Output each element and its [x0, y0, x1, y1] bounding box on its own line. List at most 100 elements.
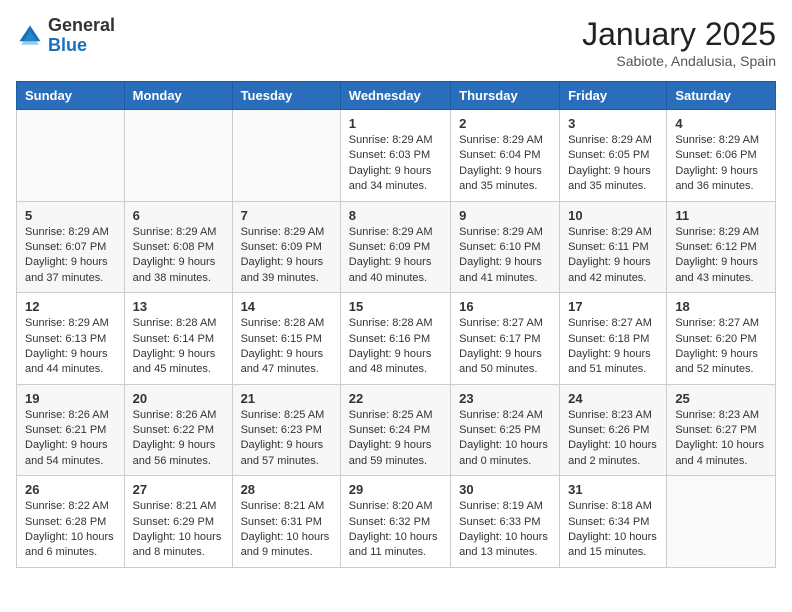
cell-content: Sunrise: 8:20 AM Sunset: 6:32 PM Dayligh… [349, 499, 442, 561]
day-number: 30 [459, 482, 551, 497]
calendar-cell: 9Sunrise: 8:29 AM Sunset: 6:10 PM Daylig… [451, 201, 560, 293]
calendar-cell: 21Sunrise: 8:25 AM Sunset: 6:23 PM Dayli… [232, 384, 340, 476]
calendar-cell: 1 Sunrise: 8:29 AM Sunset: 6:03 PM Daylig… [340, 110, 450, 202]
calendar-cell [124, 110, 232, 202]
day-number: 29 [349, 482, 442, 497]
day-number: 28 [241, 482, 332, 497]
calendar-cell: 17 Sunrise: 8:27 AM Sunset: 6:18 PM Dayli… [560, 293, 667, 385]
calendar-cell: 30 Sunrise: 8:19 AM Sunset: 6:33 PM Dayli… [451, 476, 560, 568]
weekday-header-sunday: Sunday [17, 82, 125, 110]
calendar-cell: 6Sunrise: 8:29 AM Sunset: 6:08 PM Daylig… [124, 201, 232, 293]
calendar-cell: 28 Sunrise: 8:21 AM Sunset: 6:31 PM Dayli… [232, 476, 340, 568]
day-number: 5 [25, 208, 116, 223]
calendar-week-5: 26Sunrise: 8:22 AM Sunset: 6:28 PM Dayli… [17, 476, 776, 568]
calendar-cell: 7 Sunrise: 8:29 AM Sunset: 6:09 PM Daylig… [232, 201, 340, 293]
cell-content: Sunrise: 8:19 AM Sunset: 6:33 PM Dayligh… [459, 499, 551, 561]
day-number: 19 [25, 391, 116, 406]
day-number: 4 [675, 116, 767, 131]
calendar-cell: 16Sunrise: 8:27 AM Sunset: 6:17 PM Dayli… [451, 293, 560, 385]
calendar-cell: 3 Sunrise: 8:29 AM Sunset: 6:05 PM Daylig… [560, 110, 667, 202]
day-number: 20 [133, 391, 224, 406]
title-block: January 2025 Sabiote, Andalusia, Spain [582, 16, 776, 69]
cell-content: Sunrise: 8:29 AM Sunset: 6:07 PM Dayligh… [25, 225, 116, 287]
day-number: 14 [241, 299, 332, 314]
cell-content: Sunrise: 8:29 AM Sunset: 6:12 PM Dayligh… [675, 225, 767, 287]
day-number: 1 [349, 116, 442, 131]
calendar-cell: 14 Sunrise: 8:28 AM Sunset: 6:15 PM Dayli… [232, 293, 340, 385]
calendar-cell: 5 Sunrise: 8:29 AM Sunset: 6:07 PM Daylig… [17, 201, 125, 293]
cell-content: Sunrise: 8:24 AM Sunset: 6:25 PM Dayligh… [459, 408, 551, 470]
day-number: 13 [133, 299, 224, 314]
day-number: 22 [349, 391, 442, 406]
weekday-header-thursday: Thursday [451, 82, 560, 110]
calendar-cell [17, 110, 125, 202]
calendar-cell: 20 Sunrise: 8:26 AM Sunset: 6:22 PM Dayli… [124, 384, 232, 476]
day-number: 31 [568, 482, 658, 497]
day-number: 24 [568, 391, 658, 406]
cell-content: Sunrise: 8:21 AM Sunset: 6:31 PM Dayligh… [241, 499, 332, 561]
weekday-header-saturday: Saturday [667, 82, 776, 110]
day-number: 8 [349, 208, 442, 223]
cell-content: Sunrise: 8:22 AM Sunset: 6:28 PM Dayligh… [25, 499, 116, 561]
calendar-cell: 15 Sunrise: 8:28 AM Sunset: 6:16 PM Dayli… [340, 293, 450, 385]
cell-content: Sunrise: 8:28 AM Sunset: 6:14 PM Dayligh… [133, 316, 224, 378]
day-number: 2 [459, 116, 551, 131]
calendar-cell: 27 Sunrise: 8:21 AM Sunset: 6:29 PM Dayli… [124, 476, 232, 568]
calendar-week-3: 12 Sunrise: 8:29 AM Sunset: 6:13 PM Dayli… [17, 293, 776, 385]
cell-content: Sunrise: 8:23 AM Sunset: 6:27 PM Dayligh… [675, 408, 767, 470]
cell-content: Sunrise: 8:21 AM Sunset: 6:29 PM Dayligh… [133, 499, 224, 561]
logo: General Blue [16, 16, 115, 56]
calendar-cell: 23 Sunrise: 8:24 AM Sunset: 6:25 PM Dayli… [451, 384, 560, 476]
cell-content: Sunrise: 8:28 AM Sunset: 6:15 PM Dayligh… [241, 316, 332, 378]
cell-content: Sunrise: 8:29 AM Sunset: 6:08 PM Dayligh… [133, 225, 224, 287]
weekday-header-friday: Friday [560, 82, 667, 110]
day-number: 18 [675, 299, 767, 314]
cell-content: Sunrise: 8:25 AM Sunset: 6:24 PM Dayligh… [349, 408, 442, 470]
cell-content: Sunrise: 8:27 AM Sunset: 6:20 PM Dayligh… [675, 316, 767, 378]
day-number: 12 [25, 299, 116, 314]
cell-content: Sunrise: 8:29 AM Sunset: 6:03 PM Dayligh… [349, 133, 442, 195]
cell-content: Sunrise: 8:26 AM Sunset: 6:21 PM Dayligh… [25, 408, 116, 470]
day-number: 27 [133, 482, 224, 497]
day-number: 23 [459, 391, 551, 406]
calendar-cell: 4 Sunrise: 8:29 AM Sunset: 6:06 PM Daylig… [667, 110, 776, 202]
cell-content: Sunrise: 8:29 AM Sunset: 6:05 PM Dayligh… [568, 133, 658, 195]
day-number: 10 [568, 208, 658, 223]
calendar-cell: 25Sunrise: 8:23 AM Sunset: 6:27 PM Dayli… [667, 384, 776, 476]
cell-content: Sunrise: 8:27 AM Sunset: 6:18 PM Dayligh… [568, 316, 658, 378]
calendar-cell: 8Sunrise: 8:29 AM Sunset: 6:09 PM Daylig… [340, 201, 450, 293]
calendar-cell: 31 Sunrise: 8:18 AM Sunset: 6:34 PM Dayli… [560, 476, 667, 568]
calendar-cell: 24 Sunrise: 8:23 AM Sunset: 6:26 PM Dayli… [560, 384, 667, 476]
cell-content: Sunrise: 8:29 AM Sunset: 6:06 PM Dayligh… [675, 133, 767, 195]
cell-content: Sunrise: 8:28 AM Sunset: 6:16 PM Dayligh… [349, 316, 442, 378]
calendar-cell: 19 Sunrise: 8:26 AM Sunset: 6:21 PM Dayli… [17, 384, 125, 476]
day-number: 15 [349, 299, 442, 314]
cell-content: Sunrise: 8:29 AM Sunset: 6:11 PM Dayligh… [568, 225, 658, 287]
calendar-cell: 10 Sunrise: 8:29 AM Sunset: 6:11 PM Dayli… [560, 201, 667, 293]
cell-content: Sunrise: 8:26 AM Sunset: 6:22 PM Dayligh… [133, 408, 224, 470]
day-number: 3 [568, 116, 658, 131]
cell-content: Sunrise: 8:29 AM Sunset: 6:13 PM Dayligh… [25, 316, 116, 378]
cell-content: Sunrise: 8:29 AM Sunset: 6:04 PM Dayligh… [459, 133, 551, 195]
cell-content: Sunrise: 8:27 AM Sunset: 6:17 PM Dayligh… [459, 316, 551, 378]
calendar-cell: 11 Sunrise: 8:29 AM Sunset: 6:12 PM Dayli… [667, 201, 776, 293]
weekday-header-wednesday: Wednesday [340, 82, 450, 110]
calendar-cell: 29 Sunrise: 8:20 AM Sunset: 6:32 PM Dayli… [340, 476, 450, 568]
calendar-cell [667, 476, 776, 568]
calendar-table: SundayMondayTuesdayWednesdayThursdayFrid… [16, 81, 776, 568]
calendar-cell: 2 Sunrise: 8:29 AM Sunset: 6:04 PM Daylig… [451, 110, 560, 202]
calendar-week-2: 5 Sunrise: 8:29 AM Sunset: 6:07 PM Daylig… [17, 201, 776, 293]
weekday-header-tuesday: Tuesday [232, 82, 340, 110]
cell-content: Sunrise: 8:29 AM Sunset: 6:10 PM Dayligh… [459, 225, 551, 287]
page-header: General Blue January 2025 Sabiote, Andal… [16, 16, 776, 69]
day-number: 7 [241, 208, 332, 223]
day-number: 11 [675, 208, 767, 223]
weekday-header-row: SundayMondayTuesdayWednesdayThursdayFrid… [17, 82, 776, 110]
day-number: 17 [568, 299, 658, 314]
calendar-week-4: 19 Sunrise: 8:26 AM Sunset: 6:21 PM Dayli… [17, 384, 776, 476]
calendar-cell: 22 Sunrise: 8:25 AM Sunset: 6:24 PM Dayli… [340, 384, 450, 476]
cell-content: Sunrise: 8:29 AM Sunset: 6:09 PM Dayligh… [241, 225, 332, 287]
cell-content: Sunrise: 8:23 AM Sunset: 6:26 PM Dayligh… [568, 408, 658, 470]
cell-content: Sunrise: 8:18 AM Sunset: 6:34 PM Dayligh… [568, 499, 658, 561]
cell-content: Sunrise: 8:25 AM Sunset: 6:23 PM Dayligh… [241, 408, 332, 470]
